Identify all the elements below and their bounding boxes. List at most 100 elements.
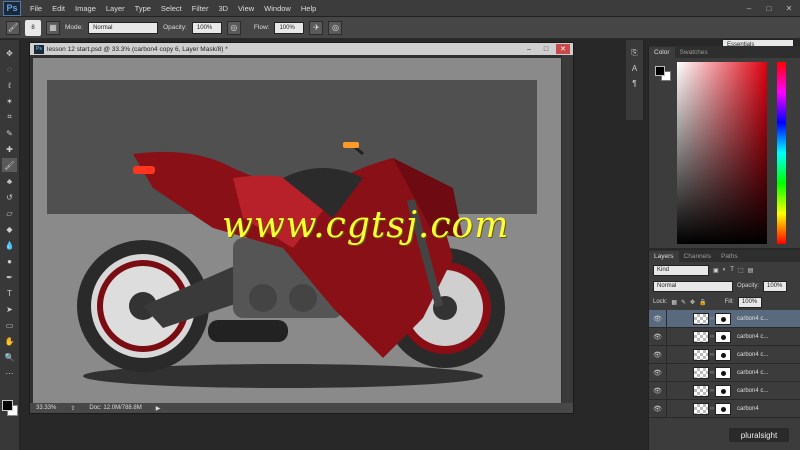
tab-color[interactable]: Color	[649, 47, 675, 58]
layer-thumbnail	[693, 402, 709, 415]
clone-stamp-tool-icon[interactable]: ♣	[2, 174, 17, 188]
eraser-tool-icon[interactable]: ▱	[2, 206, 17, 220]
document-titlebar[interactable]: Ps lesson 12 start.psd @ 33.3% (carbon4 …	[30, 43, 573, 55]
brush-tool-icon[interactable]: 🖌	[2, 158, 17, 172]
lock-image-icon[interactable]: ✎	[681, 299, 686, 306]
eyedropper-tool-icon[interactable]: ✎	[2, 126, 17, 140]
menu-type[interactable]: Type	[130, 4, 156, 13]
menu-select[interactable]: Select	[156, 4, 187, 13]
visibility-eye-icon[interactable]: 👁	[649, 400, 667, 417]
visibility-eye-icon[interactable]: 👁	[649, 310, 667, 327]
brush-size-picker[interactable]: 8	[25, 19, 41, 36]
filter-pixel-icon[interactable]: ▣	[713, 267, 719, 274]
paint-bucket-tool-icon[interactable]: ◆	[2, 222, 17, 236]
foreground-color-swatch[interactable]	[2, 400, 13, 411]
menu-layer[interactable]: Layer	[101, 4, 130, 13]
tab-layers[interactable]: Layers	[649, 251, 679, 262]
visibility-eye-icon[interactable]: 👁	[649, 364, 667, 381]
maximize-button[interactable]: □	[762, 2, 776, 14]
share-icon[interactable]: ⇪	[70, 405, 75, 412]
color-spectrum-field[interactable]	[677, 62, 767, 244]
doc-size: Doc: 12.0M/788.8M	[89, 405, 142, 411]
layer-mask-thumbnail[interactable]	[715, 330, 731, 343]
close-button[interactable]: ✕	[782, 2, 796, 14]
character-panel-icon[interactable]: A	[632, 64, 637, 73]
tab-channels[interactable]: Channels	[679, 251, 716, 262]
doc-minimize-button[interactable]: –	[522, 44, 536, 54]
flow-field[interactable]: 100%	[274, 21, 305, 34]
brush-tool-preset-icon[interactable]: 🖌	[6, 20, 20, 35]
lock-all-icon[interactable]: 🔒	[699, 299, 706, 306]
hue-slider[interactable]	[777, 62, 786, 244]
layer-mask-thumbnail[interactable]	[715, 402, 731, 415]
brush-panel-icon[interactable]: ▦	[46, 20, 60, 35]
menu-filter[interactable]: Filter	[187, 4, 214, 13]
healing-brush-tool-icon[interactable]: ✚	[2, 142, 17, 156]
opacity-field[interactable]: 100%	[191, 21, 222, 34]
color-panel-foreground-swatch[interactable]	[655, 66, 665, 76]
layer-mask-thumbnail[interactable]	[715, 312, 731, 325]
layer-mask-thumbnail[interactable]	[715, 384, 731, 397]
tab-swatches[interactable]: Swatches	[675, 47, 713, 58]
lock-transparent-icon[interactable]: ▦	[671, 299, 677, 306]
vertical-scrollbar[interactable]	[562, 55, 573, 405]
tab-paths[interactable]: Paths	[716, 251, 743, 262]
layer-filter-kind[interactable]: Kind	[653, 264, 709, 276]
filter-smart-object-icon[interactable]: ▤	[748, 267, 754, 274]
layer-row[interactable]: 👁 ∞ carbon4 c...	[649, 328, 800, 346]
type-tool-icon[interactable]: T	[2, 286, 17, 300]
move-tool-icon[interactable]: ✥	[2, 46, 17, 60]
minimize-button[interactable]: –	[742, 2, 756, 14]
menu-edit[interactable]: Edit	[47, 4, 70, 13]
visibility-eye-icon[interactable]: 👁	[649, 346, 667, 363]
marquee-tool-icon[interactable]: ◌	[2, 62, 17, 76]
filter-adjustment-icon[interactable]: ◐	[723, 267, 727, 273]
visibility-eye-icon[interactable]: 👁	[649, 328, 667, 345]
lasso-tool-icon[interactable]: ℓ	[2, 78, 17, 92]
blur-tool-icon[interactable]: 💧	[2, 238, 17, 252]
mode-select[interactable]: Normal	[88, 21, 159, 34]
lock-fill-row: Lock: ▦ ✎ ✥ 🔒 Fill: 100%	[649, 294, 800, 310]
layer-mask-thumbnail[interactable]	[715, 348, 731, 361]
zoom-tool-icon[interactable]: 🔍	[2, 350, 17, 364]
layer-opacity-field[interactable]: 100%	[763, 280, 788, 292]
menu-3d[interactable]: 3D	[213, 4, 233, 13]
layer-row[interactable]: 👁 ∞ carbon4 c...	[649, 382, 800, 400]
layer-row[interactable]: 👁 ∞ carbon4	[649, 400, 800, 418]
airbrush-icon[interactable]: ✈	[309, 20, 324, 35]
filter-shape-icon[interactable]: ⬚	[738, 267, 744, 274]
blend-opacity-row: Normal Opacity: 100%	[649, 278, 800, 294]
hand-tool-icon[interactable]: ✋	[2, 334, 17, 348]
paragraph-panel-icon[interactable]: ¶	[632, 79, 636, 88]
path-selection-tool-icon[interactable]: ➤	[2, 302, 17, 316]
layer-fill-field[interactable]: 100%	[737, 296, 762, 308]
shape-tool-icon[interactable]: ▭	[2, 318, 17, 332]
menu-file[interactable]: File	[25, 4, 47, 13]
pressure-opacity-icon[interactable]: ◎	[226, 20, 241, 35]
layer-row[interactable]: 👁 ∞ carbon4 c...	[649, 364, 800, 382]
dodge-tool-icon[interactable]: ●	[2, 254, 17, 268]
lock-position-icon[interactable]: ✥	[690, 299, 695, 306]
visibility-eye-icon[interactable]: 👁	[649, 382, 667, 399]
zoom-level[interactable]: 33.33%	[36, 405, 56, 411]
menu-help[interactable]: Help	[296, 4, 321, 13]
blend-mode-select[interactable]: Normal	[653, 280, 733, 292]
status-arrow-icon[interactable]: ▶	[156, 405, 161, 412]
menu-image[interactable]: Image	[70, 4, 101, 13]
history-panel-icon[interactable]: ⎘	[631, 48, 637, 58]
doc-maximize-button[interactable]: □	[539, 44, 553, 54]
layer-mask-thumbnail[interactable]	[715, 366, 731, 379]
pressure-size-icon[interactable]: ◎	[328, 20, 343, 35]
filter-type-icon[interactable]: T	[730, 267, 734, 273]
flow-label: Flow:	[253, 24, 270, 31]
layer-row[interactable]: 👁 ∞ carbon4 c...	[649, 310, 800, 328]
magic-wand-tool-icon[interactable]: ✶	[2, 94, 17, 108]
layer-row[interactable]: 👁 ∞ carbon4 c...	[649, 346, 800, 364]
menu-window[interactable]: Window	[259, 4, 296, 13]
more-tools-icon[interactable]: ⋯	[2, 366, 17, 380]
menu-view[interactable]: View	[233, 4, 259, 13]
crop-tool-icon[interactable]: ⌗	[2, 110, 17, 124]
pen-tool-icon[interactable]: ✒	[2, 270, 17, 284]
history-brush-tool-icon[interactable]: ↺	[2, 190, 17, 204]
doc-close-button[interactable]: ✕	[556, 44, 570, 54]
